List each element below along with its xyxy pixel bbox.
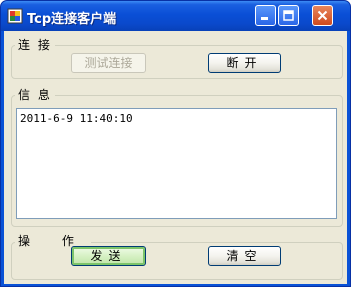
maximize-button[interactable] [278,5,299,26]
maximize-icon [283,10,294,21]
minimize-icon [261,17,268,20]
info-group-label: 信 息 [15,86,55,103]
send-button[interactable]: 发送 [71,246,146,266]
info-textarea[interactable]: 2011-6-9 11:40:10 [16,108,337,219]
app-icon [7,8,23,24]
disconnect-button[interactable]: 断开 [208,53,281,73]
close-button[interactable] [312,5,333,26]
client-area: 连 接 测试连接 断开 信 息 2011-6-9 11:40:10 操 作 发送… [4,31,347,284]
minimize-button[interactable] [255,5,276,26]
close-icon [317,10,328,21]
test-connect-button[interactable]: 测试连接 [71,53,146,73]
window-title: Tcp连接客户端 [27,12,117,27]
app-window: Tcp连接客户端 连 接 测试连接 断开 信 息 2011-6-9 11:40:… [0,0,351,287]
title-bar[interactable]: Tcp连接客户端 [1,1,350,31]
connect-group-label: 连 接 [15,36,55,53]
connect-group [11,45,343,79]
info-text: 2011-6-9 11:40:10 [20,112,133,125]
clear-button[interactable]: 清空 [208,246,281,266]
